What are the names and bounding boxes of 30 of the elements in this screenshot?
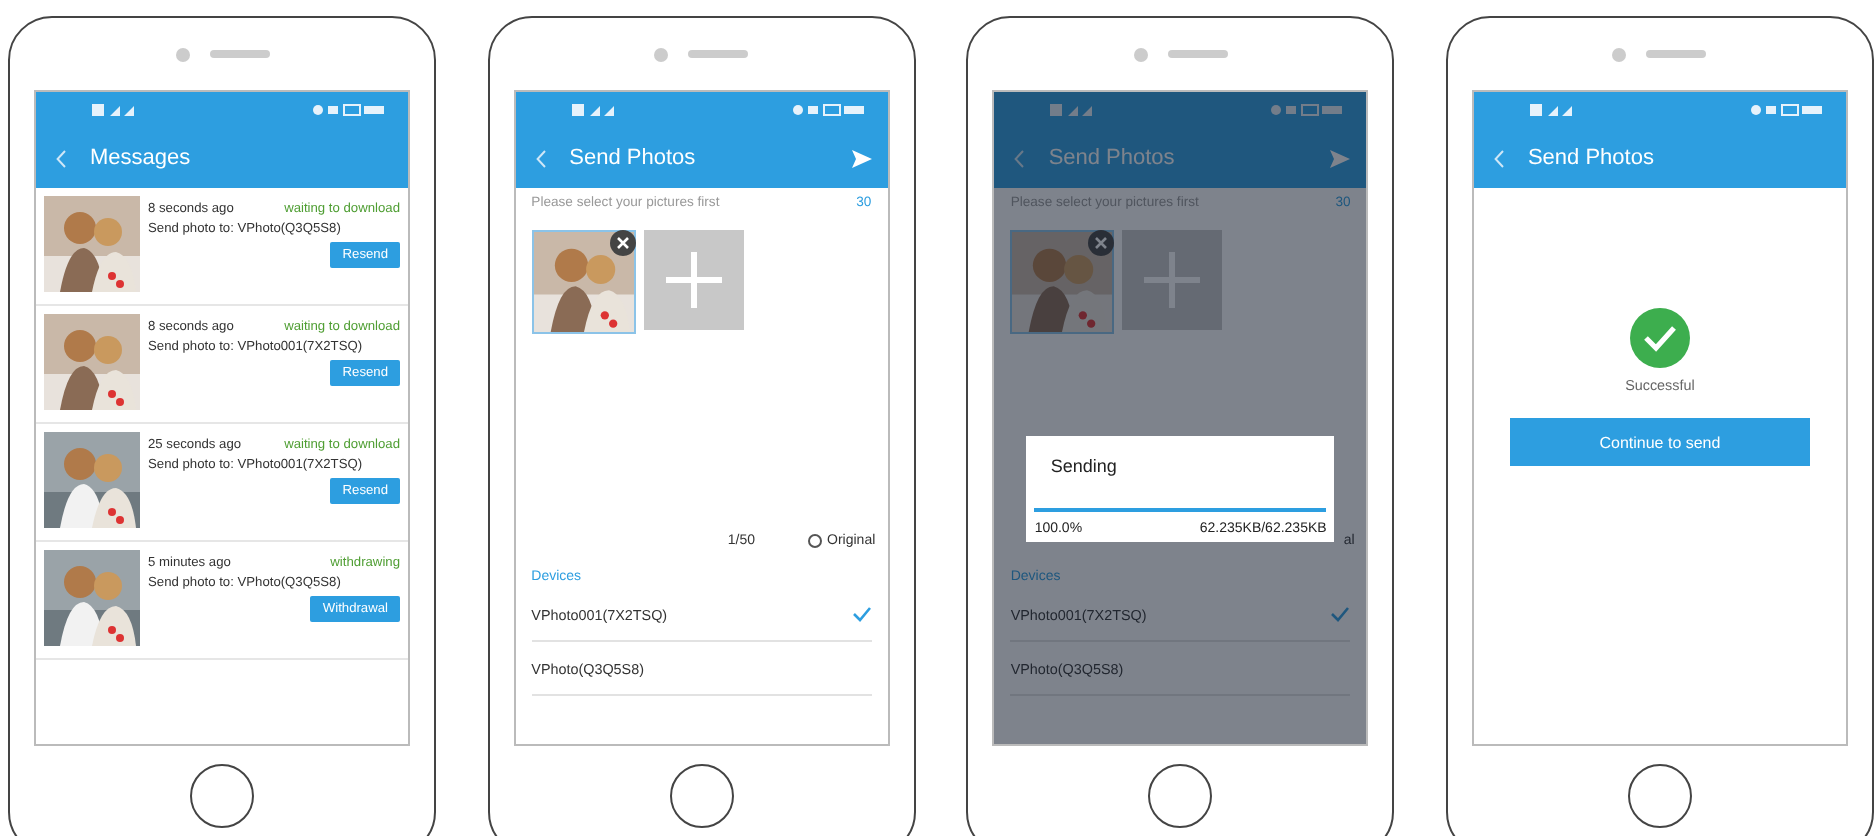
home-button[interactable] — [669, 764, 734, 828]
back-icon[interactable] — [1014, 149, 1025, 167]
screen-title: Send Photos — [1048, 146, 1177, 170]
camera-icon — [654, 47, 669, 61]
screen-title: Messages — [90, 146, 193, 170]
back-icon[interactable] — [56, 149, 66, 167]
send-icon[interactable] — [851, 149, 872, 167]
battery-icon — [791, 104, 864, 116]
camera-icon — [1133, 47, 1148, 61]
dialog-title: Sending — [1048, 456, 1119, 480]
camera-icon — [175, 47, 189, 61]
continue-button[interactable]: Continue to send — [1509, 418, 1810, 466]
speaker-icon — [1167, 50, 1228, 58]
home-button[interactable] — [1627, 764, 1692, 828]
send-icon[interactable] — [1330, 149, 1351, 167]
battery-icon — [1749, 104, 1822, 116]
remove-icon[interactable] — [609, 230, 636, 256]
home-button[interactable] — [1148, 764, 1213, 828]
speaker-icon — [688, 50, 749, 58]
home-button[interactable] — [190, 764, 254, 828]
back-icon[interactable] — [535, 149, 546, 167]
speaker-icon — [1646, 50, 1707, 58]
screen-title: Send Photos — [1527, 146, 1656, 170]
speaker-icon — [209, 50, 269, 58]
back-icon[interactable] — [1493, 149, 1504, 167]
success-icon — [1629, 308, 1690, 368]
battery-icon — [312, 104, 384, 116]
camera-icon — [1612, 47, 1627, 61]
screen-title: Send Photos — [569, 146, 698, 170]
battery-icon — [1270, 104, 1343, 116]
